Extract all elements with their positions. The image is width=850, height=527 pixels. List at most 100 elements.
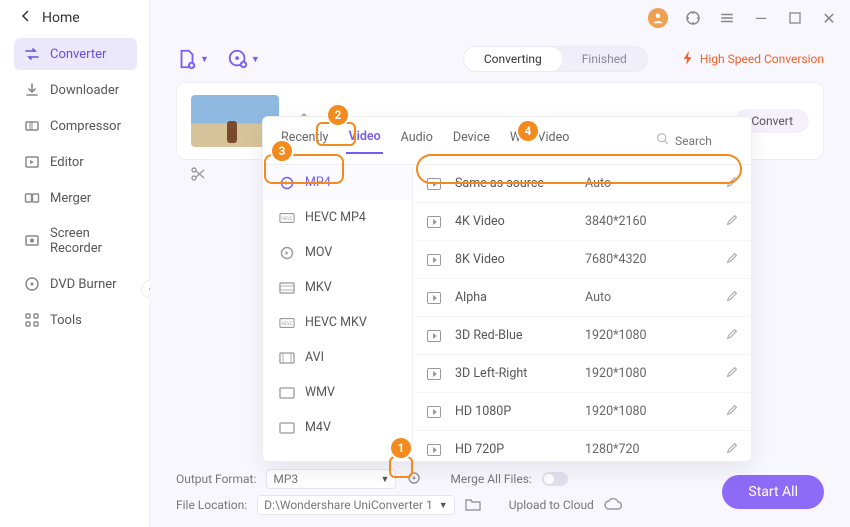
resolution-name: 3D Red-Blue <box>455 328 571 343</box>
sidebar-item-downloader[interactable]: Downloader <box>14 74 137 106</box>
edit-preset-icon[interactable] <box>725 175 739 193</box>
resolution-value: 1920*1080 <box>585 366 647 381</box>
resolution-name: 8K Video <box>455 252 571 267</box>
format-item-wmv[interactable]: WMV <box>263 375 412 410</box>
edit-preset-icon[interactable] <box>725 251 739 269</box>
edit-preset-icon[interactable] <box>725 213 739 231</box>
resolution-item[interactable]: Same as sourceAuto <box>413 165 751 203</box>
minimize-button[interactable]: — <box>752 9 770 27</box>
sidebar-item-label: Compressor <box>50 119 121 134</box>
format-item-mkv[interactable]: MKV <box>263 270 412 305</box>
format-label: MP4 <box>305 175 331 190</box>
resolution-name: Same as source <box>455 176 571 191</box>
merger-icon <box>24 190 40 206</box>
converter-icon <box>24 46 40 62</box>
resolution-value: 1920*1080 <box>585 404 647 419</box>
video-icon <box>427 368 441 380</box>
edit-preset-icon[interactable] <box>725 365 739 383</box>
format-label: MKV <box>305 280 332 295</box>
sidebar-nav: Converter Downloader Compressor Editor M… <box>0 38 149 336</box>
resolution-value: 1280*720 <box>585 442 640 457</box>
edit-preset-icon[interactable] <box>725 327 739 345</box>
sidebar-item-tools[interactable]: Tools <box>14 304 137 336</box>
maximize-button[interactable] <box>786 9 804 27</box>
file-location-value: D:\Wondershare UniConverter 1 <box>264 498 433 512</box>
format-label: WMV <box>305 385 335 400</box>
resolution-item[interactable]: HD 1080P 1920*1080 <box>413 393 751 431</box>
sidebar-item-compressor[interactable]: Compressor <box>14 110 137 142</box>
high-speed-conversion[interactable]: High Speed Conversion <box>682 51 824 68</box>
format-item-mp4[interactable]: MP4 <box>263 165 412 200</box>
format-label: MOV <box>305 245 332 260</box>
output-format-select[interactable]: MP3 ▼ <box>266 469 396 489</box>
resolution-value: 7680*4320 <box>585 252 647 267</box>
format-item-m4v[interactable]: M4V <box>263 410 412 445</box>
menu-icon[interactable] <box>718 9 736 27</box>
sidebar-item-merger[interactable]: Merger <box>14 182 137 214</box>
output-format-label: Output Format: <box>176 472 256 486</box>
video-icon <box>427 292 441 304</box>
format-item-hevc-mp4[interactable]: HEVCHEVC MP4 <box>263 200 412 235</box>
callout-4: 4 <box>518 121 538 141</box>
video-icon <box>427 406 441 418</box>
resolution-item[interactable]: 4K Video3840*2160 <box>413 203 751 241</box>
panel-tab-audio[interactable]: Audio <box>399 128 435 153</box>
sidebar: Home Converter Downloader Compressor Edi… <box>0 0 150 527</box>
resolution-item[interactable]: AlphaAuto <box>413 279 751 317</box>
merge-files-toggle[interactable] <box>542 472 568 486</box>
format-label: HEVC MKV <box>305 315 367 330</box>
panel-tab-device[interactable]: Device <box>451 128 492 153</box>
format-list[interactable]: MP4 HEVCHEVC MP4 MOV MKV HEVCHEVC MKV AV… <box>263 165 413 461</box>
sidebar-item-label: Editor <box>50 155 84 170</box>
edit-preset-icon[interactable] <box>725 441 739 459</box>
search-icon <box>656 132 669 149</box>
resolution-item[interactable]: 8K Video 7680*4320 <box>413 241 751 279</box>
tab-converting[interactable]: Converting <box>464 47 562 71</box>
tools-icon <box>24 312 40 328</box>
panel-search[interactable] <box>656 132 735 149</box>
resolution-name: HD 1080P <box>455 404 571 419</box>
format-item-hevc-mkv[interactable]: HEVCHEVC MKV <box>263 305 412 340</box>
open-folder-icon[interactable] <box>465 497 481 514</box>
support-icon[interactable] <box>684 9 702 27</box>
resolution-value: 3840*2160 <box>585 214 647 229</box>
account-avatar[interactable] <box>648 8 668 28</box>
resolution-item[interactable]: HD 720P1280*720 <box>413 431 751 461</box>
close-button[interactable]: ✕ <box>820 9 838 27</box>
panel-search-input[interactable] <box>675 134 735 148</box>
format-item-avi[interactable]: AVI <box>263 340 412 375</box>
back-icon <box>20 10 32 26</box>
edit-preset-icon[interactable] <box>725 289 739 307</box>
format-icon: HEVC <box>279 211 295 225</box>
file-location-select[interactable]: D:\Wondershare UniConverter 1 ▼ <box>257 495 455 515</box>
home-button[interactable]: Home <box>0 0 149 38</box>
tab-finished[interactable]: Finished <box>562 47 647 71</box>
status-segment: Converting Finished <box>463 46 648 72</box>
footer: Output Format: MP3 ▼ Merge All Files: Fi… <box>150 457 850 527</box>
sidebar-item-editor[interactable]: Editor <box>14 146 137 178</box>
chevron-down-icon: ▼ <box>380 474 389 485</box>
format-icon <box>279 351 295 365</box>
add-file-button[interactable]: ▼ <box>176 48 209 70</box>
format-item-mov[interactable]: MOV <box>263 235 412 270</box>
video-icon <box>427 178 441 190</box>
merge-files-label: Merge All Files: <box>450 472 531 486</box>
callout-1: 1 <box>391 438 411 458</box>
edit-preset-icon[interactable] <box>725 403 739 421</box>
resolution-item[interactable]: 3D Left-Right1920*1080 <box>413 355 751 393</box>
resolution-item[interactable]: 3D Red-Blue1920*1080 <box>413 317 751 355</box>
start-all-button[interactable]: Start All <box>722 475 824 509</box>
sidebar-item-label: DVD Burner <box>50 277 117 292</box>
output-settings-icon[interactable] <box>406 470 422 489</box>
compressor-icon <box>24 118 40 134</box>
cloud-icon[interactable] <box>604 497 622 514</box>
sidebar-item-dvd-burner[interactable]: DVD Burner <box>14 268 137 300</box>
panel-tab-video[interactable]: Video <box>346 127 382 154</box>
resolution-list[interactable]: Same as sourceAuto 4K Video3840*2160 8K … <box>413 165 751 461</box>
sidebar-item-converter[interactable]: Converter <box>14 38 137 70</box>
home-label: Home <box>42 10 80 26</box>
add-dvd-button[interactable]: ▼ <box>227 48 260 70</box>
sidebar-item-screen-recorder[interactable]: Screen Recorder <box>14 218 137 264</box>
dvd-icon <box>24 276 40 292</box>
sidebar-item-label: Downloader <box>50 83 119 98</box>
